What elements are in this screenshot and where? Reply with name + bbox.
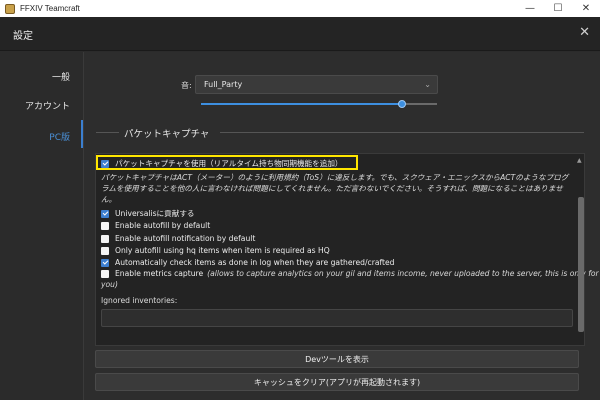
section-divider-left bbox=[96, 132, 119, 133]
ignored-inventories-input[interactable] bbox=[101, 309, 573, 327]
autofill-default-checkbox[interactable] bbox=[101, 221, 109, 230]
option-label: Universalisに貢献する bbox=[115, 209, 195, 218]
dialog-title: 設定 bbox=[13, 31, 33, 42]
show-devtools-button[interactable]: Devツールを表示 bbox=[95, 350, 579, 368]
universalis-checkbox[interactable] bbox=[101, 209, 109, 218]
option-label: Enable metrics capture bbox=[115, 269, 204, 278]
metrics-capture-checkbox[interactable] bbox=[101, 269, 109, 278]
autofill-notification-checkbox[interactable] bbox=[101, 234, 109, 243]
option-auto-check[interactable]: Automatically check items as done in log… bbox=[101, 258, 395, 267]
section-divider-right bbox=[220, 132, 584, 133]
autofill-hq-checkbox[interactable] bbox=[101, 246, 109, 255]
window-title: FFXIV Teamcraft bbox=[20, 4, 80, 13]
option-autofill-notification[interactable]: Enable autofill notification by default bbox=[101, 234, 255, 243]
settings-main: 音: Full_Party ⌄ パケットキャプチャ パケットキャプチャを使用（リ… bbox=[84, 52, 600, 400]
window-controls: — ☐ ✕ bbox=[516, 0, 600, 17]
metrics-capture-note: (allows to capture analytics on your gil… bbox=[207, 269, 599, 278]
option-label: Enable autofill by default bbox=[115, 221, 211, 230]
window-titlebar: FFXIV Teamcraft — ☐ ✕ bbox=[0, 0, 600, 17]
option-universalis[interactable]: Universalisに貢献する bbox=[101, 208, 195, 219]
volume-slider-thumb[interactable] bbox=[397, 100, 406, 108]
sidebar-active-indicator bbox=[81, 120, 83, 148]
app-logo-icon bbox=[5, 3, 15, 14]
settings-sidebar: 一般 アカウント PC版 bbox=[0, 52, 82, 400]
option-label: Automatically check items as done in log… bbox=[115, 258, 395, 267]
sound-select[interactable]: Full_Party ⌄ bbox=[195, 75, 438, 94]
chevron-down-icon: ⌄ bbox=[424, 80, 431, 89]
highlight-box bbox=[96, 155, 358, 170]
sound-label: 音: bbox=[181, 81, 192, 90]
sidebar-item-desktop[interactable]: PC版 bbox=[49, 130, 70, 143]
sidebar-item-account[interactable]: アカウント bbox=[25, 99, 70, 112]
section-title: パケットキャプチャ bbox=[124, 129, 210, 140]
option-label: Enable autofill notification by default bbox=[115, 234, 256, 243]
sidebar-item-general[interactable]: 一般 bbox=[52, 70, 70, 83]
scroll-thumb[interactable] bbox=[578, 197, 584, 332]
dialog-close-icon[interactable]: ✕ bbox=[579, 25, 590, 40]
option-autofill-hq[interactable]: Only autofill using hq items when item i… bbox=[101, 246, 330, 255]
option-label: Only autofill using hq items when item i… bbox=[115, 246, 330, 255]
metrics-capture-note-tail: you) bbox=[101, 280, 118, 289]
volume-slider[interactable] bbox=[201, 100, 437, 108]
clear-cache-button[interactable]: キャッシュをクリア(アプリが再起動されます) bbox=[95, 373, 579, 391]
option-autofill-default[interactable]: Enable autofill by default bbox=[101, 221, 210, 230]
ignored-inventories-label: Ignored inventories: bbox=[101, 296, 178, 305]
option-metrics-capture[interactable]: Enable metrics capture (allows to captur… bbox=[101, 269, 599, 278]
volume-slider-fill bbox=[201, 103, 402, 105]
sound-select-value: Full_Party bbox=[204, 80, 243, 89]
maximize-icon[interactable]: ☐ bbox=[544, 0, 572, 17]
dialog-header: 設定 ✕ bbox=[0, 17, 600, 51]
auto-check-checkbox[interactable] bbox=[101, 258, 109, 267]
scroll-up-icon[interactable]: ▲ bbox=[577, 157, 582, 164]
minimize-icon[interactable]: — bbox=[516, 0, 544, 17]
panel-scrollbar[interactable]: ▲ bbox=[577, 157, 585, 347]
window-close-icon[interactable]: ✕ bbox=[572, 0, 600, 17]
packet-capture-warning: パケットキャプチャはACT（メーター）のように利用規約（ToS）に違反します。で… bbox=[101, 173, 569, 204]
